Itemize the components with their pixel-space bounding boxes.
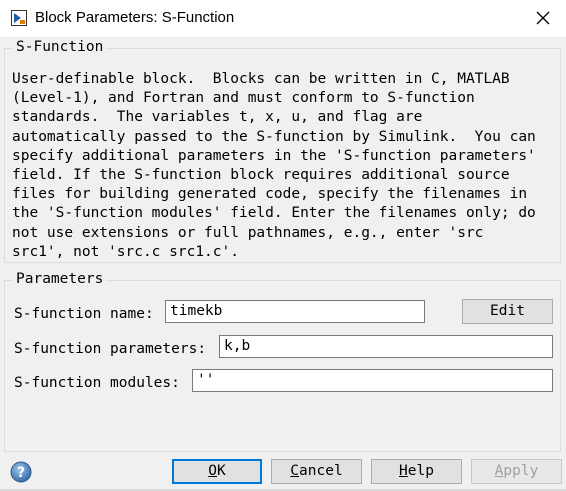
- ok-label-rest: K: [217, 463, 226, 479]
- help-mnemonic: H: [399, 463, 408, 479]
- title-bar[interactable]: Block Parameters: S-Function: [0, 0, 566, 38]
- help-icon-button[interactable]: ?: [10, 461, 32, 483]
- edit-button[interactable]: Edit: [462, 299, 553, 324]
- sfunction-parameters-input[interactable]: k,b: [219, 335, 553, 358]
- ok-button[interactable]: OK: [172, 459, 262, 484]
- simulink-block-icon: [11, 10, 27, 26]
- cancel-button[interactable]: Cancel: [271, 459, 362, 484]
- sfunction-modules-label: S-function modules:: [14, 375, 180, 391]
- parameters-group: Parameters S-function name: timekb Edit …: [4, 270, 561, 452]
- ok-mnemonic: O: [208, 463, 217, 479]
- cancel-mnemonic: C: [290, 463, 300, 479]
- close-icon: [536, 11, 550, 25]
- help-button[interactable]: Help: [371, 459, 462, 484]
- sfunction-parameters-label: S-function parameters:: [14, 341, 207, 357]
- close-button[interactable]: [528, 3, 558, 33]
- sfunction-name-label: S-function name:: [14, 306, 154, 322]
- window-title: Block Parameters: S-Function: [35, 9, 235, 26]
- apply-button[interactable]: Apply: [471, 459, 562, 484]
- apply-label-rest: pply: [503, 463, 539, 479]
- help-icon: ?: [10, 461, 32, 483]
- block-description: User-definable block. Blocks can be writ…: [12, 71, 536, 260]
- sfunction-modules-input[interactable]: '': [192, 369, 553, 392]
- sfunction-description-group: S-Function User-definable block. Blocks …: [4, 38, 561, 263]
- cancel-label-rest: ancel: [299, 463, 343, 479]
- svg-text:?: ?: [17, 465, 25, 481]
- help-label-rest: elp: [407, 463, 434, 479]
- sfunction-group-title: S-Function: [13, 38, 107, 56]
- parameters-group-title: Parameters: [13, 270, 107, 288]
- sfunction-name-input[interactable]: timekb: [165, 300, 425, 323]
